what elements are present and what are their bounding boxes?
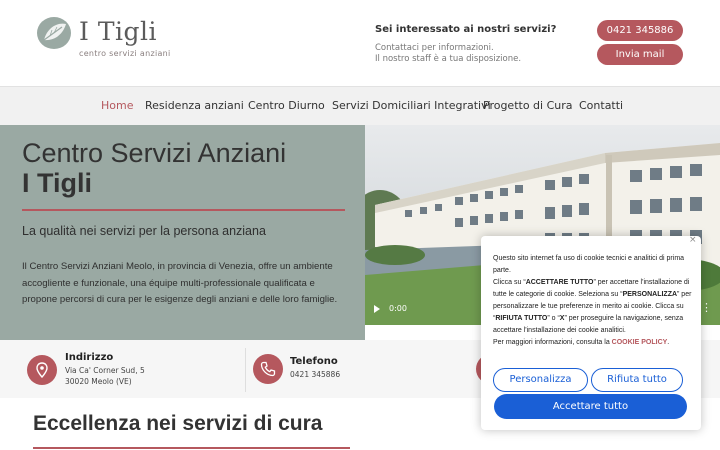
nav-item-contatti[interactable]: Contatti	[579, 99, 623, 113]
section-divider	[33, 447, 350, 449]
hero-tagline: La qualità nei servizi per la persona an…	[22, 224, 266, 238]
cookie-text-instructions: Clicca su “ACCETTARE TUTTO” per accettar…	[493, 279, 692, 334]
nav-item-servizi-domiciliari[interactable]: Servizi Domiciliari Integrativi	[332, 99, 491, 113]
customize-button[interactable]: Personalizza	[493, 368, 588, 392]
location-icon	[27, 355, 57, 385]
video-time: 0:00	[389, 304, 407, 313]
hero-title: Centro Servizi Anziani	[22, 138, 287, 168]
reject-all-button[interactable]: Rifiuta tutto	[591, 368, 683, 392]
contact-text-line2: Il nostro staff è a tua disposizione.	[375, 54, 522, 64]
contact-block: Sei interessato ai nostri servizi? Conta…	[375, 23, 585, 65]
cookie-text-more: Per maggiori informazioni, consulta la C…	[493, 339, 670, 346]
info-divider	[245, 348, 246, 392]
send-mail-button[interactable]: Invia mail	[597, 44, 683, 65]
cookie-text-intro: Questo sito internet fa uso di cookie te…	[493, 255, 685, 274]
nav-item-residenza-anziani[interactable]: Residenza anziani	[145, 99, 244, 113]
address-line1: Via Ca' Corner Sud, 5	[65, 366, 145, 375]
cookie-policy-link[interactable]: COOKIE POLICY	[612, 339, 668, 346]
contact-question: Sei interessato ai nostri servizi?	[375, 24, 557, 35]
leaf-logo-icon	[37, 17, 71, 49]
phone-icon	[253, 354, 283, 384]
accept-all-button[interactable]: Accettare tutto	[494, 394, 687, 419]
logo-subtitle: centro servizi anziani	[79, 49, 171, 58]
close-icon[interactable]: ×	[689, 236, 697, 245]
site-header: I Tigli centro servizi anziani Sei inter…	[0, 0, 720, 85]
hero-divider	[22, 209, 345, 211]
site-logo[interactable]: I Tigli centro servizi anziani	[35, 16, 170, 58]
hero-title-name: I Tigli	[22, 168, 93, 198]
phone-value[interactable]: 0421 345886	[290, 369, 340, 380]
cookie-text: Questo sito internet fa uso di cookie te…	[493, 253, 693, 349]
address-line2: 30020 Meolo (VE)	[65, 377, 132, 386]
section-title: Eccellenza nei servizi di cura	[33, 412, 323, 435]
address-label: Indirizzo	[65, 352, 114, 363]
nav-item-home[interactable]: Home	[101, 99, 133, 113]
phone-label: Telefono	[290, 356, 338, 367]
play-icon[interactable]	[374, 305, 380, 313]
nav-item-centro-diurno[interactable]: Centro Diurno	[248, 99, 325, 113]
phone-button[interactable]: 0421 345886	[597, 20, 683, 41]
more-options-icon[interactable]: ⋮	[701, 302, 712, 314]
hero-description: Il Centro Servizi Anziani Meolo, in prov…	[22, 261, 338, 305]
contact-text-line1: Contattaci per informazioni.	[375, 43, 494, 53]
nav-item-progetto-di-cura[interactable]: Progetto di Cura	[483, 99, 573, 113]
cookie-banner: × Questo sito internet fa uso di cookie …	[481, 236, 701, 430]
main-nav: Home Residenza anziani Centro Diurno Ser…	[0, 86, 720, 125]
logo-title: I Tigli	[79, 17, 157, 46]
